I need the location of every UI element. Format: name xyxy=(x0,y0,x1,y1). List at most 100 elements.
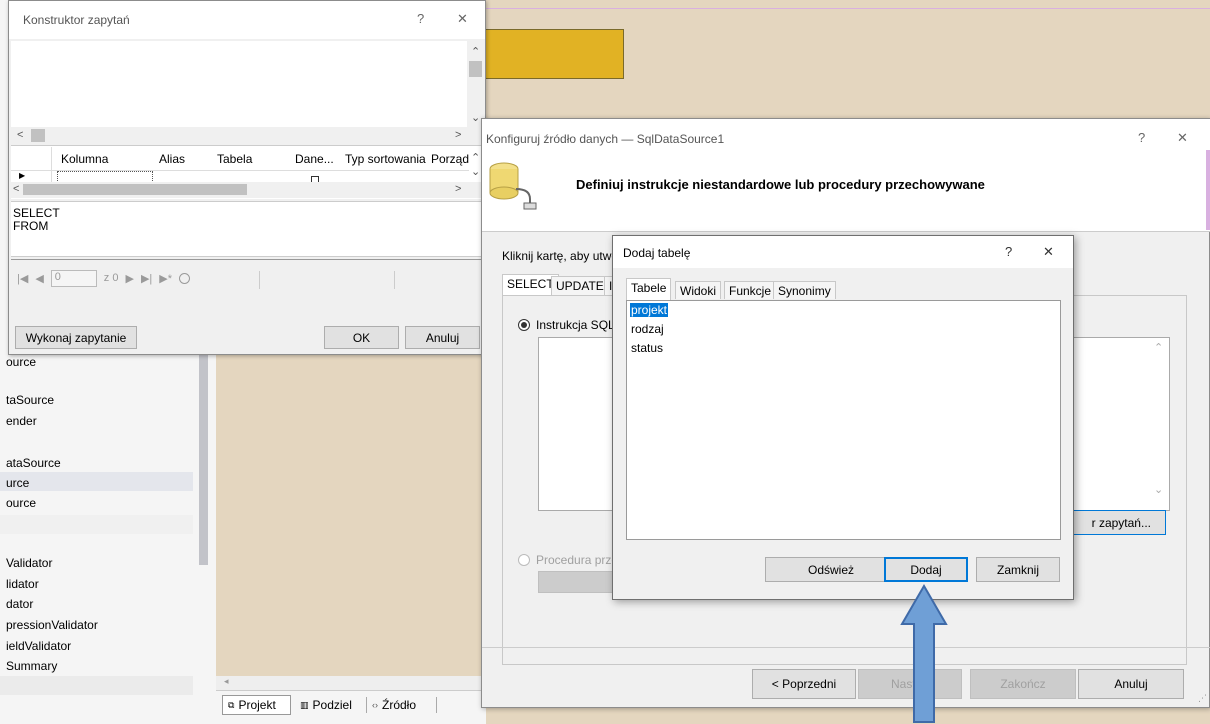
toolbox-item[interactable]: lidator xyxy=(6,577,39,591)
window-edge xyxy=(1206,150,1210,230)
footer-divider xyxy=(482,647,1210,648)
sql-pane[interactable]: SELECT FROM xyxy=(11,201,485,257)
toolbox-item[interactable]: Summary xyxy=(6,659,57,673)
tab-separator xyxy=(436,697,437,713)
grid-scroll-up-icon[interactable]: ⌃ xyxy=(471,151,480,164)
ok-button[interactable]: OK xyxy=(324,326,399,349)
toolbox-item[interactable]: ource xyxy=(6,355,36,369)
toolbox-item[interactable]: Validator xyxy=(6,556,52,570)
designer-bottom-strip xyxy=(216,676,486,690)
tab-tabele[interactable]: Tabele xyxy=(626,278,672,300)
sql-statement-label[interactable]: Instrukcja SQL: xyxy=(536,318,618,332)
tab-synonimy[interactable]: Synonimy xyxy=(773,281,836,299)
column-header-porzadek[interactable]: Porząd xyxy=(431,152,469,166)
textbox-scroll-down-icon[interactable]: ⌄ xyxy=(1154,483,1163,496)
configure-title: Konfiguruj źródło danych — SqlDataSource… xyxy=(486,132,725,146)
toolbox-item[interactable]: ataSource xyxy=(6,456,61,470)
add-button[interactable]: Dodaj xyxy=(884,557,968,582)
table-list-item[interactable]: rodzaj xyxy=(630,322,665,336)
column-header-kolumna[interactable]: Kolumna xyxy=(61,152,108,166)
last-record-icon[interactable]: ▶| xyxy=(141,272,152,285)
diagram-hscroll-thumb[interactable] xyxy=(31,129,45,142)
refresh-button[interactable]: Odśwież xyxy=(765,557,897,582)
previous-record-icon[interactable]: ◀ xyxy=(35,272,43,285)
designer-left-area xyxy=(216,355,486,690)
column-header-dane[interactable]: Dane... xyxy=(295,152,334,166)
design-tab-label: Projekt xyxy=(238,698,276,712)
toolbox-item[interactable]: taSource xyxy=(6,393,54,407)
diagram-hscrollbar[interactable] xyxy=(11,127,485,144)
grid-scroll-down-icon[interactable]: ⌄ xyxy=(471,165,480,178)
stored-procedure-dropdown[interactable] xyxy=(538,571,618,593)
toolbox-blank-row xyxy=(0,515,193,534)
sql-line-from: FROM xyxy=(13,219,49,233)
tab-funkcje[interactable]: Funkcje xyxy=(724,281,777,299)
diagram-pane[interactable] xyxy=(11,41,485,127)
annotation-arrow-icon xyxy=(900,584,948,723)
grid-scroll-right-icon[interactable]: > xyxy=(455,183,461,195)
cancel-query-icon[interactable] xyxy=(179,272,191,284)
row-indicator-icon: ▶ xyxy=(19,171,26,180)
header-divider xyxy=(482,231,1210,232)
first-record-icon[interactable]: |◀ xyxy=(17,272,28,285)
designer-yellow-element[interactable] xyxy=(484,29,624,79)
add-table-dialog: Dodaj tabelę ? ✕ Tabele Widoki Funkcje S… xyxy=(612,235,1074,600)
resize-grip-icon[interactable]: ⋰ xyxy=(1198,693,1207,704)
help-icon[interactable]: ? xyxy=(417,11,424,26)
split-tab-label: Podziel xyxy=(312,698,352,712)
record-count-label: z 0 xyxy=(103,272,119,284)
column-header-typ-sortowania[interactable]: Typ sortowania xyxy=(345,152,426,166)
tab-update[interactable]: UPDATE xyxy=(551,276,609,295)
designer-top-line xyxy=(485,8,1210,9)
new-record-icon[interactable]: ▶* xyxy=(159,272,172,285)
column-header-tabela[interactable]: Tabela xyxy=(217,152,252,166)
scroll-right-icon[interactable]: > xyxy=(455,129,461,141)
close-icon[interactable]: ✕ xyxy=(457,11,468,27)
previous-button[interactable]: < Poprzedni xyxy=(752,669,856,699)
scroll-down-icon[interactable]: ⌄ xyxy=(471,111,480,124)
toolbox-item[interactable]: dator xyxy=(6,597,33,611)
split-view-icon: ▥ xyxy=(300,699,309,710)
execute-query-button[interactable]: Wykonaj zapytanie xyxy=(15,326,137,349)
scroll-left-icon[interactable]: < xyxy=(17,129,23,141)
source-view-icon: ‹› xyxy=(372,700,378,710)
sql-line-select: SELECT xyxy=(13,206,60,220)
table-list[interactable] xyxy=(626,300,1061,540)
results-field[interactable] xyxy=(259,271,395,289)
toolbox-scrollbar[interactable] xyxy=(199,355,208,565)
next-record-icon[interactable]: ▶ xyxy=(125,272,133,285)
table-list-item[interactable]: status xyxy=(630,341,664,355)
grid-scroll-left-icon[interactable]: < xyxy=(13,183,19,195)
column-header-alias[interactable]: Alias xyxy=(159,152,185,166)
close-icon[interactable]: ✕ xyxy=(1177,130,1188,146)
toolbox-item[interactable]: ource xyxy=(6,496,36,510)
grid-hscroll-thumb[interactable] xyxy=(23,184,247,195)
help-icon[interactable]: ? xyxy=(1138,130,1145,145)
stored-procedure-radio[interactable] xyxy=(518,554,530,566)
design-tab-podziel[interactable]: ▥ Podziel xyxy=(296,695,366,715)
toolbox-item[interactable]: urce xyxy=(6,476,29,490)
close-icon[interactable]: ✕ xyxy=(1043,244,1054,260)
toolbox-item[interactable]: pressionValidator xyxy=(6,618,98,632)
database-icon xyxy=(489,162,537,210)
help-icon[interactable]: ? xyxy=(1005,244,1012,259)
design-tab-zrodlo[interactable]: ‹› Źródło xyxy=(368,695,434,715)
record-position-input[interactable]: 0 xyxy=(50,269,97,287)
close-button[interactable]: Zamknij xyxy=(976,557,1060,582)
design-tab-projekt[interactable]: ⧉ Projekt xyxy=(222,695,291,715)
textbox-scroll-up-icon[interactable]: ⌃ xyxy=(1154,341,1163,354)
cancel-button[interactable]: Anuluj xyxy=(1078,669,1184,699)
scroll-left-arrow[interactable]: ◂ xyxy=(224,676,229,687)
add-table-title: Dodaj tabelę xyxy=(623,246,691,260)
toolbox-blank-row-2 xyxy=(0,676,193,695)
table-list-item[interactable]: projekt xyxy=(630,303,669,317)
toolbox-item[interactable]: ender xyxy=(6,414,37,428)
diagram-vscroll-thumb[interactable] xyxy=(469,61,482,77)
toolbox-panel-top xyxy=(0,0,8,355)
toolbox-item[interactable]: ieldValidator xyxy=(6,639,71,653)
cancel-button[interactable]: Anuluj xyxy=(405,326,480,349)
sql-statement-radio[interactable] xyxy=(518,319,530,331)
scroll-up-icon[interactable]: ⌃ xyxy=(471,45,480,58)
configure-heading: Definiuj instrukcje niestandardowe lub p… xyxy=(576,177,985,192)
tab-widoki[interactable]: Widoki xyxy=(675,281,722,299)
